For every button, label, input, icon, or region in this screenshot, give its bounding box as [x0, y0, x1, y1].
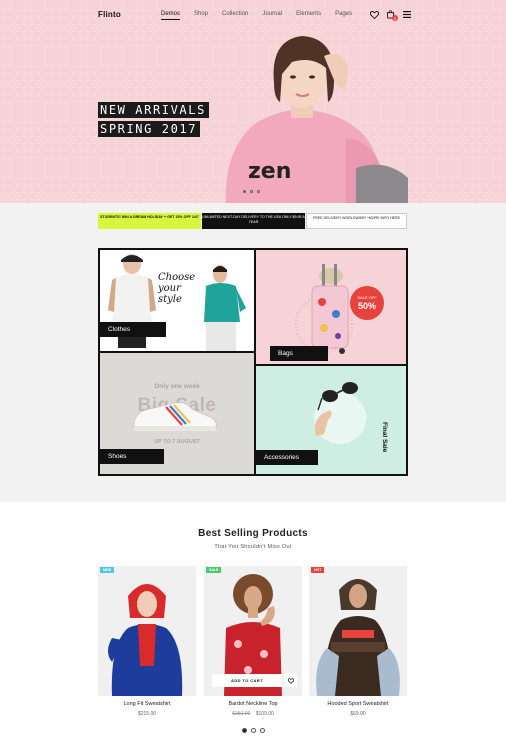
final-sale-side: Final Sale	[381, 366, 404, 474]
sale-off-badge: SALE OFF 50%	[350, 286, 384, 320]
product-price: $69.00	[309, 711, 407, 717]
site-logo[interactable]: Flinto	[98, 10, 121, 19]
hero-slide-dot[interactable]	[257, 190, 260, 193]
product-badge: SALE	[206, 567, 222, 573]
category-tile-accessories[interactable]: Final Sale Accessories	[256, 366, 406, 474]
product-badge: NEW	[100, 567, 115, 573]
final-sale-text: Final Sale	[381, 422, 388, 453]
nav-link-pages[interactable]: Pages	[335, 11, 352, 20]
product-old-price: $350.00	[232, 711, 251, 717]
category-tile-shoes[interactable]: Only one week Big Sale UP TO 7 AUGUST Sh…	[100, 353, 254, 474]
nav-links: Demos Shop Collection Journal Elements P…	[161, 11, 366, 20]
top-navigation: Flinto Demos Shop Collection Journal Ele…	[0, 0, 506, 30]
products-page-dot[interactable]	[242, 728, 247, 733]
menu-icon[interactable]	[402, 10, 411, 19]
category-tile-clothes[interactable]: Choose your style Clothes	[100, 250, 254, 351]
category-label-accessories[interactable]: Accessories	[256, 450, 318, 465]
sunglasses-hand-image	[314, 382, 366, 444]
product-name[interactable]: Hooded Sport Sweatshirt	[309, 701, 407, 707]
clothes-tagline-line: style	[158, 294, 182, 305]
hero-line-1: NEW ARRIVALS	[98, 102, 209, 118]
hero-banner: zen Flinto Demos Shop Collection Journal…	[0, 0, 506, 203]
product-name[interactable]: Bardot Neckline Top	[204, 701, 302, 707]
product-photo-red-hoodie	[98, 566, 196, 696]
clothes-tagline-line: Choose	[158, 272, 196, 283]
clothes-model-right	[204, 265, 246, 351]
category-label-clothes[interactable]: Clothes	[100, 322, 166, 337]
promo-banner-students[interactable]: STUDENTS! WIN A DREAM HOLIDAY + GET 15% …	[98, 213, 201, 229]
shoes-top-text: Only one week	[154, 383, 200, 390]
clothes-tagline: Choose your style	[158, 272, 195, 305]
nav-link-collection[interactable]: Collection	[222, 11, 248, 20]
products-page-dot[interactable]	[260, 728, 265, 733]
hero-line-2: SPRING 2017	[98, 121, 201, 137]
product-name[interactable]: Long Fit Sweatshirt	[98, 701, 196, 707]
category-grid: Choose your style Clothes SALE OFF 50% B…	[98, 248, 408, 476]
nav-icons: 0	[370, 10, 411, 21]
cart-count-badge: 0	[392, 15, 398, 21]
sale-off-text: SALE OFF	[357, 295, 377, 300]
hero-slide-dot[interactable]	[243, 190, 246, 193]
section-subtitle: That You Shouldn't Miss Out	[214, 544, 292, 550]
products-page-dot[interactable]	[251, 728, 256, 733]
heart-icon[interactable]	[370, 10, 379, 19]
product-card[interactable]: HOT Hooded Sport Sweatshirt $69.00	[309, 566, 407, 717]
category-label-shoes[interactable]: Shoes	[100, 449, 164, 464]
product-current-price: $109.00	[255, 711, 274, 717]
category-label-bags[interactable]: Bags	[270, 346, 328, 361]
heart-icon	[287, 677, 294, 684]
category-tile-bags[interactable]: SALE OFF 50% Bags	[256, 250, 406, 364]
wishlist-button[interactable]	[284, 674, 297, 687]
product-current-price: $215.00	[137, 711, 157, 717]
products-pager	[242, 728, 265, 733]
sneaker-image	[133, 402, 217, 431]
product-current-price: $69.00	[350, 711, 366, 717]
promo-banner-worldwide[interactable]: FREE DELIVERY WORLDWIDE* *MORE INFO HERE	[306, 213, 407, 229]
product-image[interactable]: SALE ADD TO CART	[204, 566, 302, 696]
nav-link-shop[interactable]: Shop	[194, 11, 208, 20]
section-title: Best Selling Products	[198, 528, 308, 539]
promo-banner-delivery[interactable]: UNLIMITED NEXT-DAY DELIVERY TO THE USA O…	[202, 213, 305, 229]
clothes-tagline-line: your	[158, 283, 181, 294]
hero-model-image: zen	[225, 36, 408, 203]
svg-text:zen: zen	[248, 159, 291, 184]
hero-slider-pager	[243, 190, 260, 193]
hero-slide-dot[interactable]	[250, 190, 253, 193]
product-price: $350.00 $109.00	[204, 711, 302, 717]
product-image[interactable]: NEW	[98, 566, 196, 696]
product-badge: HOT	[311, 567, 325, 573]
nav-link-elements[interactable]: Elements	[296, 11, 321, 20]
product-image[interactable]: HOT	[309, 566, 407, 696]
sale-percent-text: 50%	[357, 301, 376, 311]
nav-link-demos[interactable]: Demos	[161, 11, 181, 20]
product-photo-sport-sweatshirt	[309, 566, 407, 696]
add-to-cart-button[interactable]: ADD TO CART	[212, 674, 282, 687]
nav-link-journal[interactable]: Journal	[262, 11, 282, 20]
cart-icon[interactable]: 0	[386, 10, 398, 21]
product-card[interactable]: SALE ADD TO CART Bardot Neckline Top $35…	[204, 566, 302, 717]
product-price: $215.00	[98, 711, 196, 717]
shoes-bottom-text: UP TO 7 AUGUST	[154, 439, 200, 445]
hero-headline: NEW ARRIVALS SPRING 2017	[98, 102, 209, 140]
product-card[interactable]: NEW Long Fit Sweatshirt $215.00	[98, 566, 196, 717]
